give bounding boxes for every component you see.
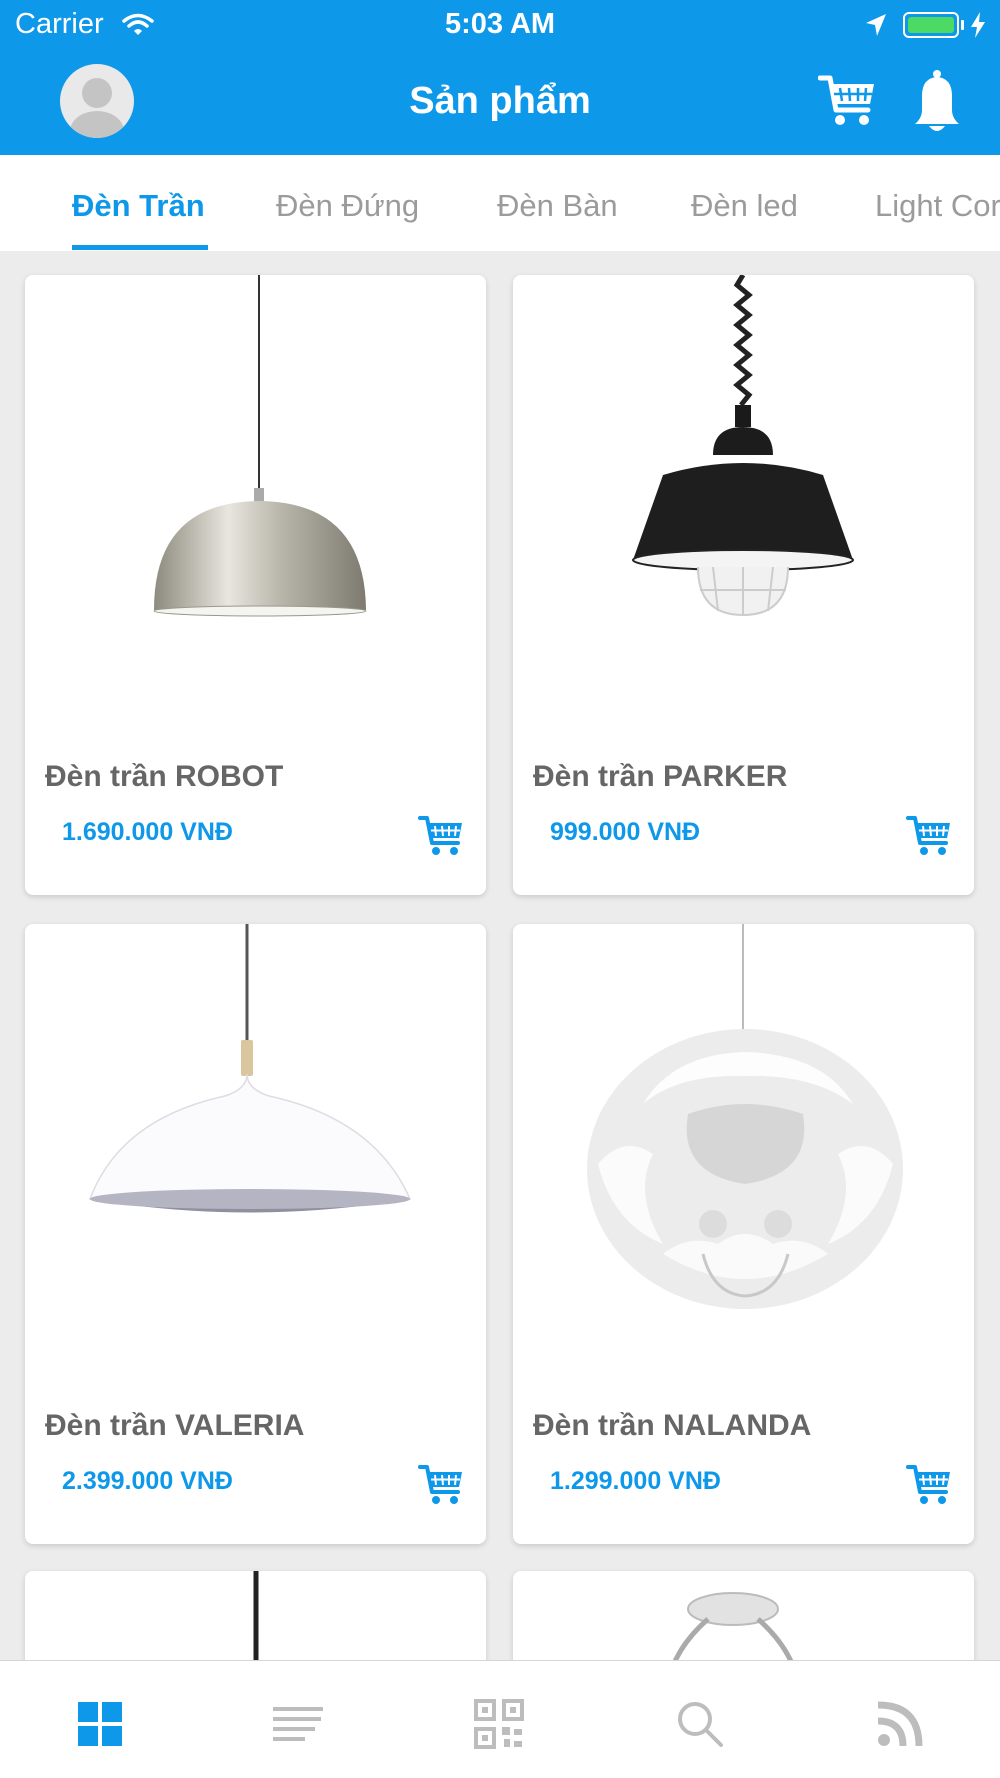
product-image — [632, 275, 854, 617]
add-to-cart-icon[interactable] — [906, 813, 952, 857]
list-icon[interactable] — [273, 1699, 323, 1749]
active-tab-indicator — [72, 245, 208, 250]
tab-den-ban[interactable]: Đèn Bàn — [497, 188, 618, 224]
category-tabs: Đèn Trần Đèn Đứng Đèn Bàn Đèn led Light … — [0, 155, 1000, 251]
product-card[interactable]: Đèn trần ROBOT 1.690.000 VNĐ — [25, 275, 486, 895]
product-price: 1.299.000 VNĐ — [550, 1467, 721, 1495]
product-card[interactable]: Đèn trần VALERIA 2.399.000 VNĐ — [25, 924, 486, 1544]
bell-icon[interactable] — [912, 68, 962, 136]
product-image — [153, 275, 367, 617]
product-image — [88, 924, 412, 1213]
add-to-cart-icon[interactable] — [906, 1462, 952, 1506]
grid-icon[interactable] — [75, 1699, 125, 1749]
charging-bolt-icon — [971, 12, 985, 38]
status-bar: Carrier 5:03 AM — [0, 0, 1000, 50]
product-card[interactable]: Đèn trần PARKER 999.000 VNĐ — [513, 275, 974, 895]
product-card[interactable]: Đèn trần NALANDA 1.299.000 VNĐ — [513, 924, 974, 1544]
product-price: 999.000 VNĐ — [550, 818, 701, 846]
product-card[interactable] — [513, 1571, 974, 1666]
product-card[interactable] — [25, 1571, 486, 1666]
search-icon[interactable] — [675, 1699, 725, 1749]
tab-den-led[interactable]: Đèn led — [691, 188, 798, 224]
battery-tip — [961, 20, 964, 30]
battery-icon — [903, 12, 959, 38]
product-price: 2.399.000 VNĐ — [62, 1467, 233, 1495]
app-header: Carrier 5:03 AM Sản phẩm — [0, 0, 1000, 155]
product-image — [670, 1592, 796, 1666]
location-arrow-icon — [866, 14, 886, 36]
qr-code-icon[interactable] — [474, 1699, 524, 1749]
product-name: Đèn trần VALERIA — [45, 1409, 305, 1442]
product-name: Đèn trần NALANDA — [533, 1409, 812, 1442]
add-to-cart-icon[interactable] — [418, 813, 464, 857]
cart-icon[interactable] — [818, 72, 876, 128]
bottom-tab-bar — [0, 1660, 1000, 1778]
product-image — [253, 1571, 259, 1666]
tab-light-cor[interactable]: Light Cor — [875, 188, 1000, 224]
rss-feed-icon[interactable] — [875, 1699, 925, 1749]
product-price: 1.690.000 VNĐ — [62, 818, 233, 846]
add-to-cart-icon[interactable] — [418, 1462, 464, 1506]
tab-den-tran[interactable]: Đèn Trần — [72, 188, 205, 224]
product-name: Đèn trần ROBOT — [45, 760, 284, 793]
product-image — [587, 924, 903, 1309]
status-time: 5:03 AM — [444, 8, 556, 40]
product-name: Đèn trần PARKER — [533, 760, 788, 793]
tab-den-dung[interactable]: Đèn Đứng — [276, 188, 419, 224]
